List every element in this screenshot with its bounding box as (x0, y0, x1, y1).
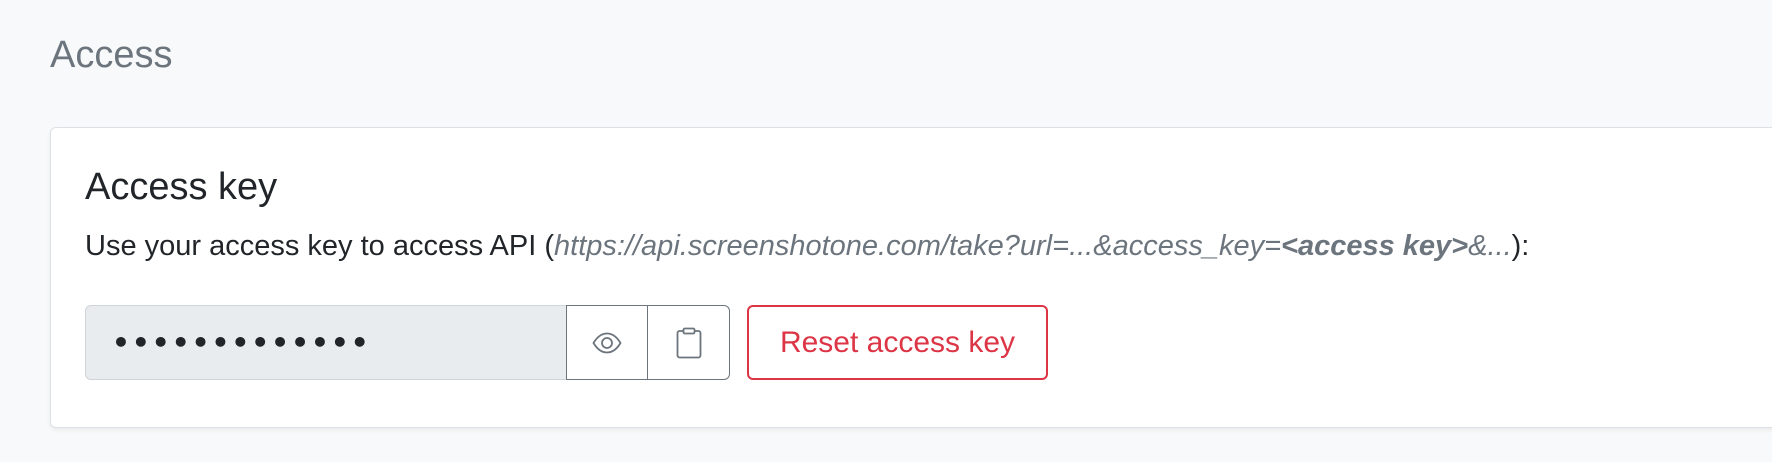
description-suffix: ): (1511, 230, 1530, 262)
access-key-field[interactable] (85, 305, 566, 380)
copy-key-button[interactable] (648, 305, 730, 380)
api-url-key-placeholder: <access key> (1281, 230, 1469, 262)
section-title: Access (50, 34, 173, 76)
api-url-example: https://api.screenshotone.com/take?url=.… (554, 230, 1512, 262)
card-title: Access key (85, 166, 278, 208)
reset-access-key-button[interactable]: Reset access key (747, 305, 1048, 380)
api-url-end: &... (1468, 230, 1512, 262)
clipboard-icon (676, 327, 702, 359)
access-key-input-group (85, 305, 730, 380)
description-prefix: Use your access key to access API ( (85, 230, 555, 262)
access-key-description: Use your access key to access API (https… (85, 226, 1529, 266)
access-key-card: Access key Use your access key to access… (50, 127, 1772, 428)
eye-icon (592, 332, 622, 354)
show-key-button[interactable] (566, 305, 648, 380)
api-url-start: https://api.screenshotone.com/take?url=.… (554, 230, 1282, 262)
